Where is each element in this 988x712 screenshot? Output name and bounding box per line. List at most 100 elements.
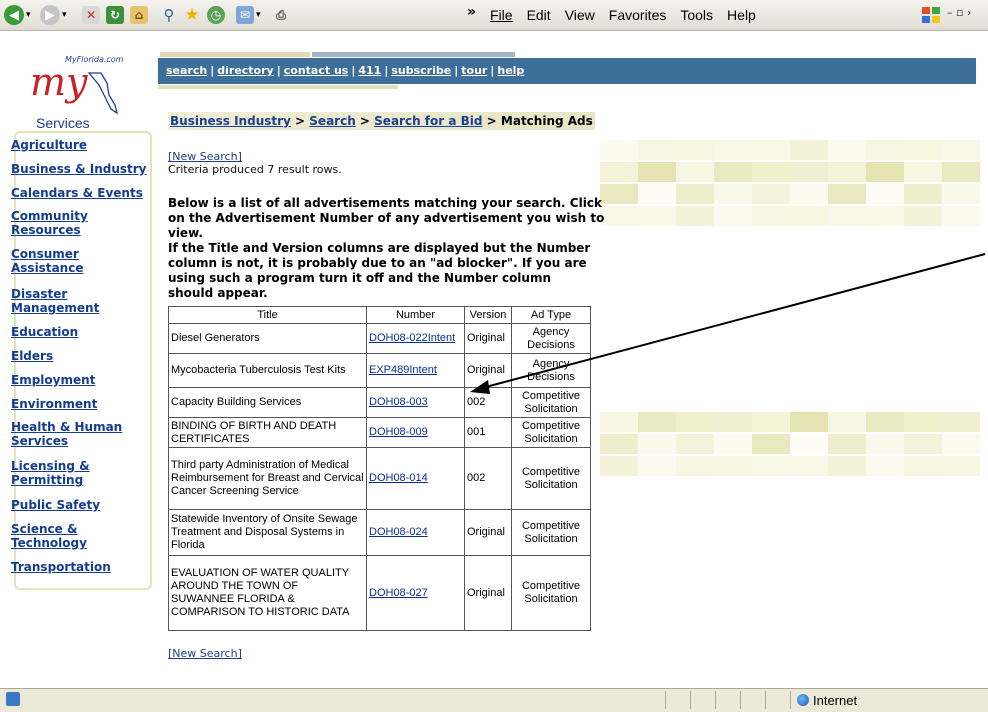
sidebar-item-agriculture[interactable]: Agriculture [11, 138, 87, 152]
nav-directory-link[interactable]: directory [217, 64, 273, 77]
back-button[interactable]: ◀ ▾ [4, 4, 31, 26]
ad-number-link[interactable]: DOH08-022Intent [369, 332, 455, 344]
sidebar-item-health-human-services[interactable]: Health & Human Services [11, 420, 129, 448]
ad-number-link[interactable]: DOH08-003 [369, 396, 428, 408]
sidebar-link[interactable]: Business & Industry [11, 162, 147, 176]
nav-search-link[interactable]: search [166, 64, 207, 77]
row-version: Original [464, 353, 512, 388]
sidebar-item-licensing-permitting[interactable]: Licensing & Permitting [11, 459, 111, 487]
menu-edit[interactable]: Edit [527, 7, 551, 23]
history-button[interactable]: ◷ [207, 4, 225, 26]
menu-file[interactable]: File [490, 7, 513, 23]
new-search-link[interactable]: [New Search] [168, 150, 242, 163]
search-button[interactable]: ⚲ [160, 4, 178, 26]
sidebar-link[interactable]: Consumer Assistance [11, 247, 83, 275]
nav-separator: | [276, 64, 281, 77]
mail-icon: ✉ [236, 6, 254, 24]
sidebar-item-calendars-events[interactable]: Calendars & Events [11, 186, 143, 200]
mosaic-tile [676, 456, 714, 476]
mosaic-tile [714, 184, 752, 204]
row-version: Original [464, 555, 512, 631]
breadcrumb-search-for-bid[interactable]: Search for a Bid [374, 114, 482, 128]
sidebar-link[interactable]: Health & Human Services [11, 420, 122, 448]
sidebar-item-consumer-assistance[interactable]: Consumer Assistance [11, 247, 111, 275]
favorites-button[interactable]: ★ [183, 4, 201, 26]
mosaic-tile [942, 206, 980, 226]
menu-favorites[interactable]: Favorites [609, 7, 667, 23]
sidebar-item-public-safety[interactable]: Public Safety [11, 498, 100, 512]
mosaic-tile [866, 434, 904, 454]
nav-subscribe-link[interactable]: subscribe [391, 64, 451, 77]
breadcrumb-search[interactable]: Search [309, 114, 355, 128]
sidebar-link[interactable]: Agriculture [11, 138, 87, 152]
table-row: Third party Administration of Medical Re… [168, 447, 591, 510]
sidebar-link[interactable]: Education [11, 325, 78, 339]
mosaic-tile [828, 434, 866, 454]
mosaic-tile [866, 140, 904, 160]
printer-icon: ⎙ [276, 7, 286, 22]
status-pane [715, 691, 736, 709]
mosaic-tile [638, 434, 676, 454]
status-pane [765, 691, 786, 709]
refresh-button[interactable]: ↻ [106, 4, 124, 26]
mosaic-tile [600, 456, 638, 476]
sidebar-item-elders[interactable]: Elders [11, 349, 53, 363]
nav-tour-link[interactable]: tour [461, 64, 487, 77]
myflorida-logo[interactable]: MyFlorida.com my [25, 55, 145, 115]
internet-zone-label: Internet [813, 693, 858, 708]
sidebar-item-transportation[interactable]: Transportation [11, 560, 111, 574]
ad-number-link[interactable]: DOH08-009 [369, 426, 428, 438]
mosaic-tile [638, 206, 676, 226]
ad-number-link[interactable]: DOH08-014 [369, 472, 428, 484]
sidebar-link[interactable]: Elders [11, 349, 53, 363]
mosaic-tile [790, 184, 828, 204]
sidebar-link[interactable]: Community Resources [11, 209, 88, 237]
toolbar-chevron[interactable]: » [467, 4, 476, 20]
mosaic-tile [676, 140, 714, 160]
sidebar-link[interactable]: Employment [11, 373, 95, 387]
sidebar-link[interactable]: Disaster Management [11, 287, 99, 315]
forward-arrow-icon: ▶ [40, 5, 60, 25]
ad-number-link[interactable]: EXP489Intent [369, 364, 437, 376]
nav-411-link[interactable]: 411 [358, 64, 381, 77]
print-button[interactable]: ⎙ [272, 4, 290, 26]
menu-tools[interactable]: Tools [680, 7, 713, 23]
refresh-icon: ↻ [106, 6, 124, 24]
nav-contact-link[interactable]: contact us [284, 64, 349, 77]
col-number-header: Number [366, 306, 465, 324]
sidebar-link[interactable]: Licensing & Permitting [11, 459, 90, 487]
stop-button[interactable]: ✕ [82, 4, 100, 26]
sidebar-item-business-industry[interactable]: Business & Industry [11, 162, 147, 176]
sidebar-item-disaster-management[interactable]: Disaster Management [11, 287, 111, 315]
menu-view[interactable]: View [565, 7, 595, 23]
row-version: 002 [464, 387, 512, 418]
row-title: Capacity Building Services [168, 387, 367, 418]
mosaic-tile [904, 184, 942, 204]
nav-separator: | [454, 64, 459, 77]
sidebar-link[interactable]: Environment [11, 397, 97, 411]
row-version: 002 [464, 447, 512, 510]
sidebar-link[interactable]: Calendars & Events [11, 186, 143, 200]
sidebar-item-science-technology[interactable]: Science & Technology [11, 522, 111, 550]
mail-button[interactable]: ✉ ▾ [236, 4, 261, 26]
window-controls[interactable]: – ▫ › [947, 6, 971, 19]
sidebar-link[interactable]: Science & Technology [11, 522, 87, 550]
new-search-bottom-link[interactable]: [New Search] [168, 647, 242, 660]
sidebar-item-community-resources[interactable]: Community Resources [11, 209, 111, 237]
home-button[interactable]: ⌂ [130, 4, 148, 26]
ad-number-link[interactable]: DOH08-027 [369, 587, 428, 599]
mosaic-tile [676, 412, 714, 432]
breadcrumb-business-industry[interactable]: Business Industry [170, 114, 291, 128]
row-number: DOH08-014 [366, 447, 465, 510]
sidebar-item-employment[interactable]: Employment [11, 373, 95, 387]
menu-help[interactable]: Help [727, 7, 756, 23]
sidebar-link[interactable]: Public Safety [11, 498, 100, 512]
mosaic-tile [714, 412, 752, 432]
ad-number-link[interactable]: DOH08-024 [369, 526, 428, 538]
forward-button[interactable]: ▶ ▾ [40, 4, 67, 26]
nav-help-link[interactable]: help [497, 64, 524, 77]
sidebar-item-education[interactable]: Education [11, 325, 78, 339]
sidebar-item-environment[interactable]: Environment [11, 397, 97, 411]
sidebar-link[interactable]: Transportation [11, 560, 111, 574]
menu-bar: File Edit View Favorites Tools Help [490, 7, 770, 23]
